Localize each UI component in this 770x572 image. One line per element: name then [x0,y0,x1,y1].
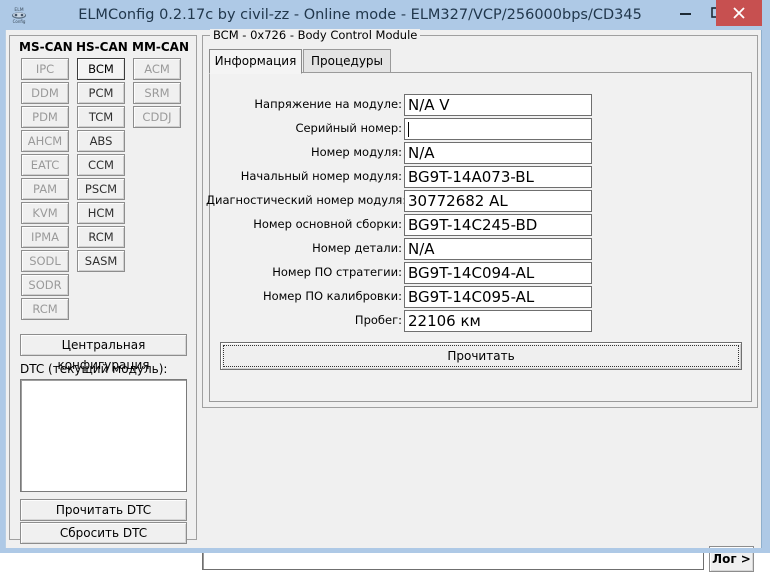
field-label-odometer: Пробег: [354,313,402,327]
field-part-number[interactable]: N/A [404,238,592,260]
bus-header-hs-can: HS-CAN [76,40,128,54]
field-module-number[interactable]: N/A [404,142,592,164]
window-bottom-border [5,548,762,553]
module-button-hcm[interactable]: HCM [77,202,125,224]
dtc-label: DTC (текущий модуль): [20,362,168,376]
tab-strip: Информация Процедуры [209,49,752,74]
field-value-initial-module-number: BG9T-14A073-BL [408,168,534,186]
field-label-initial-module-number: Начальный номер модуля: [240,169,402,183]
module-button-acm[interactable]: ACM [133,58,181,80]
module-button-ipma[interactable]: IPMA [21,226,69,248]
field-label-serial-number: Серийный номер: [295,121,402,135]
field-serial-number[interactable] [404,118,592,140]
tab-page-information: Напряжение на модуле: N/A V Серийный ном… [206,72,752,402]
field-value-diagnostic-module-number: 30772682 AL [408,192,508,210]
module-info-groupbox: BCM - 0x726 - Body Control Module Информ… [202,29,758,408]
svg-text:ELM: ELM [14,7,23,13]
module-button-pam[interactable]: PAM [21,178,69,200]
read-button[interactable]: Прочитать [220,342,742,370]
field-value-module-number: N/A [408,144,435,162]
module-button-sasm[interactable]: SASM [77,250,125,272]
field-value-calibration-software-number: BG9T-14C095-AL [408,288,535,306]
field-odometer[interactable]: 22106 км [404,310,592,332]
module-button-pcm[interactable]: PCM [77,82,125,104]
field-label-diagnostic-module-number: Диагностический номер модуля: [206,193,407,207]
module-button-tcm[interactable]: TCM [77,106,125,128]
module-button-ddm[interactable]: DDM [21,82,69,104]
window-title: ELMConfig 0.2.17c by civil-zz - Online m… [78,7,642,23]
module-button-pscm[interactable]: PSCM [77,178,125,200]
field-label-calibration-software-number: Номер ПО калибровки: [262,289,402,303]
field-value-module-voltage: N/A V [408,96,450,114]
module-info-title: BCM - 0x726 - Body Control Module [210,29,421,41]
field-module-voltage[interactable]: N/A V [404,94,592,116]
field-calibration-software-number[interactable]: BG9T-14C095-AL [404,286,592,308]
text-caret [408,122,409,137]
module-button-cddj[interactable]: CDDJ [133,106,181,128]
field-strategy-software-number[interactable]: BG9T-14C094-AL [404,262,592,284]
module-button-ccm[interactable]: CCM [77,154,125,176]
field-label-part-number: Номер детали: [312,241,402,255]
elm-app-icon: ELM Config [8,4,30,26]
module-button-srm[interactable]: SRM [133,82,181,104]
module-button-abs[interactable]: ABS [77,130,125,152]
module-button-ahcm[interactable]: AHCM [21,130,69,152]
field-value-odometer: 22106 км [408,312,481,330]
module-button-eatc[interactable]: EATC [21,154,69,176]
tab-information[interactable]: Информация [209,49,302,74]
module-button-sodr[interactable]: SODR [21,274,69,296]
tab-procedures[interactable]: Процедуры [303,49,391,73]
module-button-sodl[interactable]: SODL [21,250,69,272]
field-initial-module-number[interactable]: BG9T-14A073-BL [404,166,592,188]
close-icon[interactable] [716,0,762,26]
field-value-main-assembly-number: BG9T-14C245-BD [408,216,538,234]
field-diagnostic-module-number[interactable]: 30772682 AL [404,190,592,212]
read-button-label: Прочитать [447,349,515,363]
clear-dtc-button[interactable]: Сбросить DTC [20,522,187,544]
bus-header-mm-can: MM-CAN [132,40,189,54]
module-button-bcm[interactable]: BCM [77,58,125,80]
field-value-strategy-software-number: BG9T-14C094-AL [408,264,535,282]
field-label-strategy-software-number: Номер ПО стратегии: [272,265,402,279]
field-value-part-number: N/A [408,240,435,258]
dtc-list[interactable] [20,379,187,492]
field-main-assembly-number[interactable]: BG9T-14C245-BD [404,214,592,236]
minimize-icon[interactable] [668,0,702,26]
field-label-main-assembly-number: Номер основной сборки: [253,217,402,231]
central-configuration-button[interactable]: Центральная конфигурация [20,334,187,372]
module-selection-panel: MS-CAN HS-CAN MM-CAN IPC DDM PDM AHCM EA… [9,35,197,544]
bus-header-ms-can: MS-CAN [19,40,73,54]
field-label-module-voltage: Напряжение на модуле: [254,97,402,111]
module-button-ipc[interactable]: IPC [21,58,69,80]
module-button-kvm[interactable]: KVM [21,202,69,224]
field-label-module-number: Номер модуля: [310,145,402,159]
module-button-rcm-hs[interactable]: RCM [77,226,125,248]
module-button-pdm[interactable]: PDM [21,106,69,128]
module-button-rcm-ms[interactable]: RCM [21,298,69,320]
svg-text:Config: Config [13,19,26,24]
application-window: ELM Config ELMConfig 0.2.17c by civil-zz… [0,0,770,572]
client-area: MS-CAN HS-CAN MM-CAN IPC DDM PDM AHCM EA… [5,29,762,572]
read-dtc-button[interactable]: Прочитать DTC [20,499,187,521]
title-bar: ELM Config ELMConfig 0.2.17c by civil-zz… [0,0,770,30]
